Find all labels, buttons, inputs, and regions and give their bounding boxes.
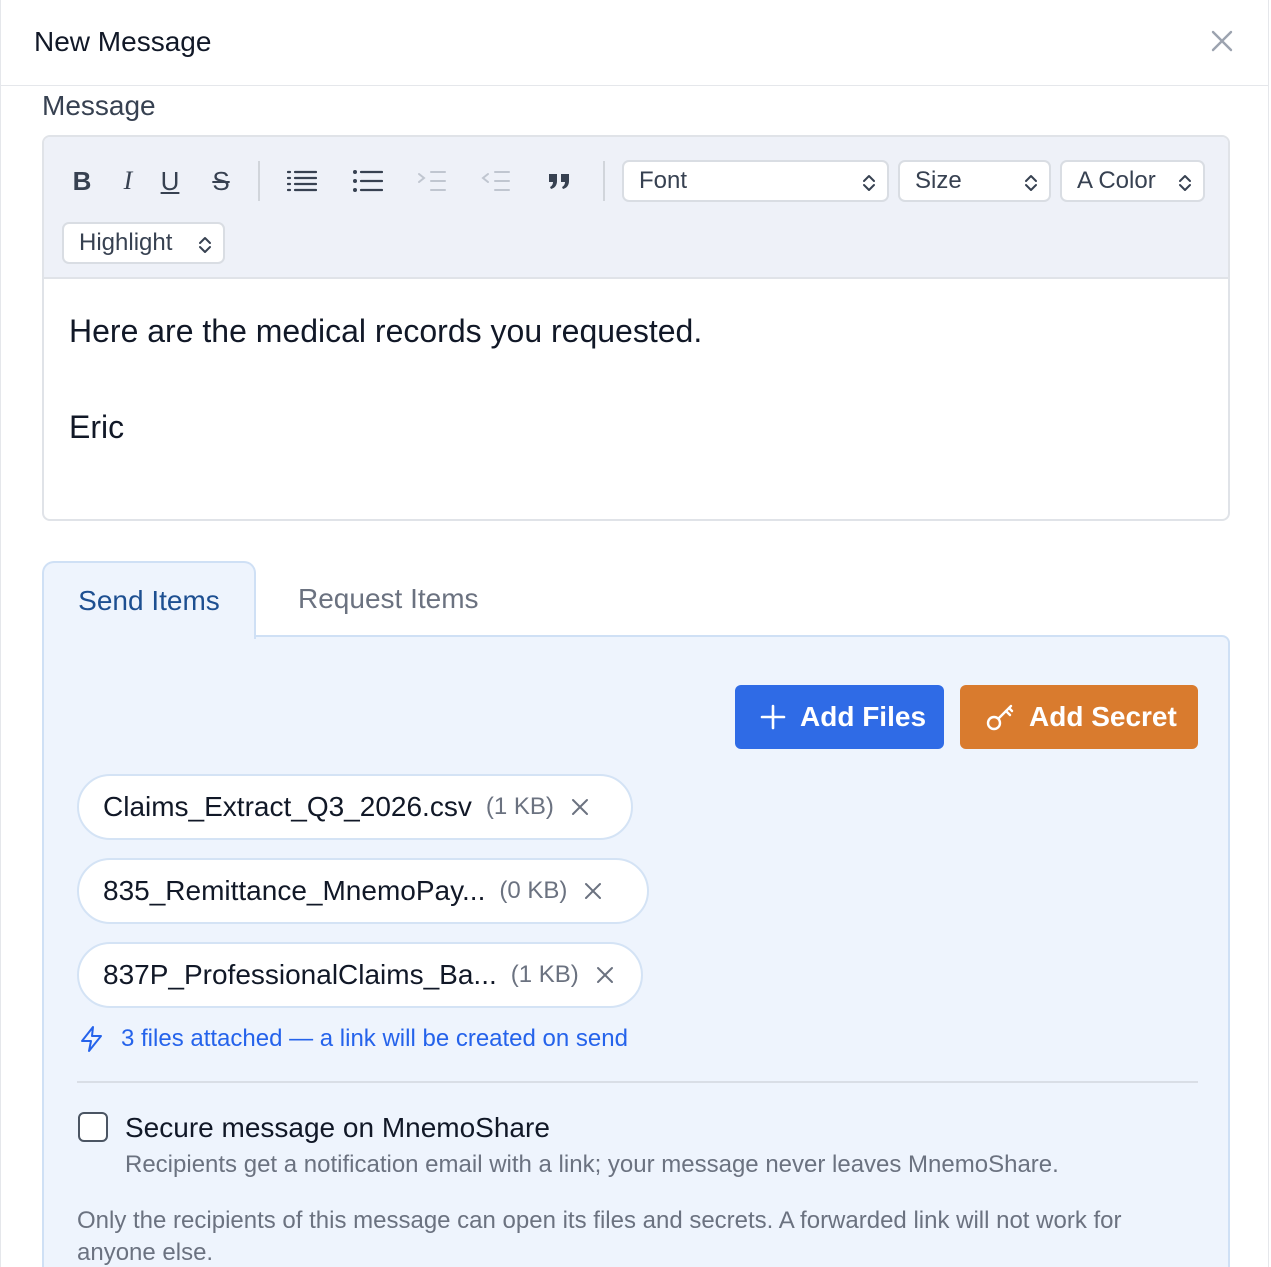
remove-file-icon[interactable]: [583, 881, 603, 901]
file-name: 837P_ProfessionalClaims_Ba...: [103, 959, 497, 990]
file-name: Claims_Extract_Q3_2026.csv: [103, 791, 472, 822]
chevron-updown-icon: [1023, 172, 1039, 200]
attachment-notice-text: 3 files attached — a link will be create…: [121, 1025, 628, 1052]
security-footnote: Only the recipients of this message can …: [77, 1207, 1122, 1266]
attached-file-chip: 837P_ProfessionalClaims_Ba... (1 KB): [77, 942, 643, 1008]
lightning-icon: [79, 1025, 105, 1053]
color-select-value: A Color: [1077, 167, 1156, 194]
chevron-updown-icon: [861, 172, 877, 200]
toolbar-divider: [258, 161, 260, 201]
underline-button[interactable]: U: [154, 159, 186, 203]
font-select-value: Font: [639, 167, 688, 194]
highlight-select[interactable]: Highlight: [62, 222, 225, 264]
secure-message-description: Recipients get a notification email with…: [125, 1151, 1059, 1178]
chevron-updown-icon: [1177, 172, 1193, 200]
blockquote-icon[interactable]: [540, 161, 580, 201]
close-icon[interactable]: [1207, 26, 1237, 56]
editor-toolbar: B I U S Font Size A Color Highlight: [44, 137, 1228, 279]
attached-file-chip: 835_Remittance_MnemoPay... (0 KB): [77, 858, 649, 924]
message-line: Here are the medical records you request…: [69, 313, 703, 349]
numbered-list-icon[interactable]: [282, 161, 322, 201]
bullet-list-icon[interactable]: [348, 161, 388, 201]
font-select[interactable]: Font: [622, 160, 889, 202]
message-label: Message: [42, 90, 156, 121]
remove-file-icon[interactable]: [570, 797, 590, 817]
plus-icon: [760, 704, 786, 730]
italic-button[interactable]: I: [112, 159, 144, 203]
file-size: (1 KB): [485, 793, 554, 820]
outdent-icon[interactable]: [476, 161, 516, 201]
add-files-label: Add Files: [800, 701, 927, 732]
add-files-button[interactable]: Add Files: [735, 685, 944, 749]
add-secret-label: Add Secret: [1029, 701, 1177, 732]
highlight-select-value: Highlight: [79, 229, 173, 256]
tab-send-items[interactable]: Send Items: [42, 561, 256, 639]
send-items-panel: Add Files Add Secret Claims_Extract_Q3_2…: [42, 635, 1230, 1267]
bold-button[interactable]: B: [66, 159, 98, 203]
indent-icon[interactable]: [412, 161, 452, 201]
attached-file-chip: Claims_Extract_Q3_2026.csv (1 KB): [77, 774, 633, 840]
secure-message-label: Secure message on MnemoShare: [125, 1112, 550, 1143]
message-editor: B I U S Font Size A Color Highlight Here…: [42, 135, 1230, 521]
item-tabs: Send Items Request Items: [42, 561, 1230, 639]
add-secret-button[interactable]: Add Secret: [960, 685, 1198, 749]
size-select-value: Size: [915, 167, 962, 194]
size-select[interactable]: Size: [898, 160, 1051, 202]
toolbar-divider: [603, 161, 605, 201]
dialog-title: New Message: [34, 26, 212, 57]
key-icon: [985, 702, 1015, 732]
file-size: (1 KB): [510, 961, 579, 988]
tab-request-items[interactable]: Request Items: [298, 583, 479, 615]
strikethrough-button[interactable]: S: [205, 159, 237, 203]
section-divider: [77, 1081, 1198, 1083]
attachment-notice: 3 files attached — a link will be create…: [79, 1025, 628, 1053]
color-select[interactable]: A Color: [1060, 160, 1205, 202]
message-line: [69, 355, 702, 403]
new-message-dialog: New Message Message B I U S Font Size A …: [0, 0, 1269, 1267]
chevron-updown-icon: [197, 234, 213, 262]
dialog-header: New Message: [1, 0, 1268, 86]
file-size: (0 KB): [499, 877, 568, 904]
message-line: Eric: [69, 409, 125, 445]
remove-file-icon[interactable]: [595, 965, 615, 985]
file-name: 835_Remittance_MnemoPay...: [103, 875, 486, 906]
secure-message-checkbox[interactable]: [78, 1112, 108, 1142]
message-body[interactable]: Here are the medical records you request…: [69, 307, 702, 451]
